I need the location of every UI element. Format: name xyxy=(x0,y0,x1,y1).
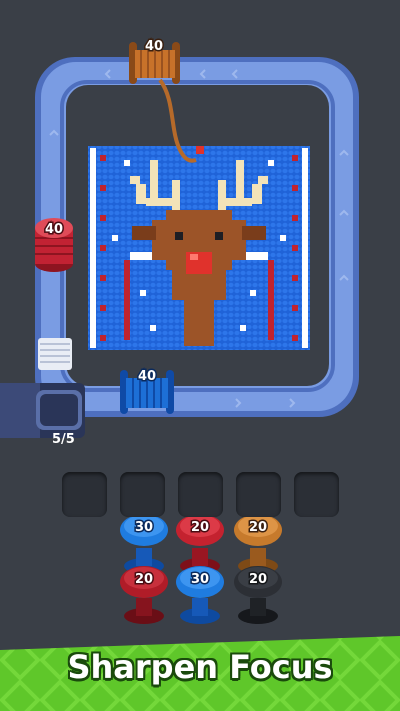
queue-counter: 5/5 xyxy=(52,432,75,447)
empty-slot-4[interactable] xyxy=(236,472,281,517)
empty-slot-3[interactable] xyxy=(178,472,223,517)
top-spool-count: 40 xyxy=(145,39,163,54)
empty-slot-5[interactable] xyxy=(294,472,339,517)
game-board: 40 40 40 30 20 20 20 30 20 xyxy=(0,38,400,711)
bobbin-5-count: 30 xyxy=(191,572,209,587)
empty-slot-1[interactable] xyxy=(62,472,107,517)
belt-spool-count: 40 xyxy=(138,369,156,384)
empty-slot-2[interactable] xyxy=(120,472,165,517)
left-spool-count: 40 xyxy=(45,222,63,237)
bobbin-4-count: 20 xyxy=(135,572,153,587)
bobbin-6-count: 20 xyxy=(249,572,267,587)
bobbin-3-count: 20 xyxy=(249,520,267,535)
banner-title: Sharpen Focus xyxy=(67,648,333,686)
knitted-picture xyxy=(88,146,310,350)
bobbin-2-count: 20 xyxy=(191,520,209,535)
bobbin-1-count: 30 xyxy=(135,520,153,535)
game-scene: 40 40 40 30 20 20 20 30 20 5/5 Sharpen F… xyxy=(0,0,400,711)
